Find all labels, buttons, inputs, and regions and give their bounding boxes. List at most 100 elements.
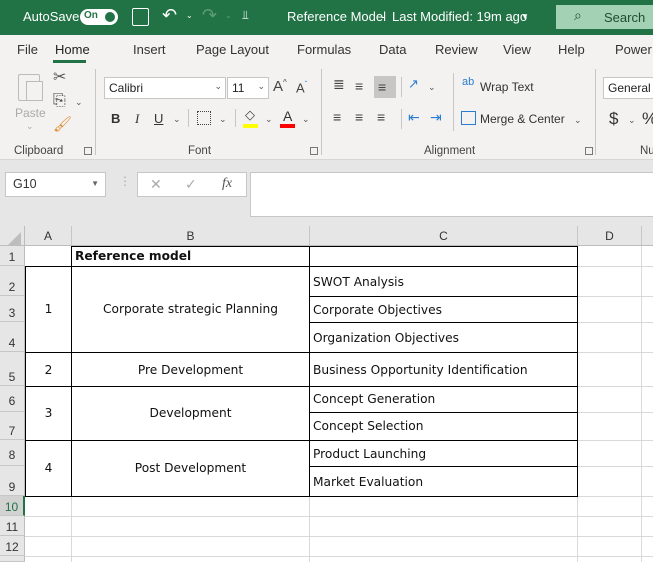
tab-formulas[interactable]: Formulas (297, 42, 351, 57)
cut-icon[interactable]: ✂ (53, 70, 66, 86)
underline-button[interactable]: U (154, 111, 163, 126)
undo-icon[interactable]: ↶ (162, 5, 177, 26)
column-header-c[interactable]: C (310, 226, 578, 246)
borders-icon[interactable] (197, 111, 211, 125)
stage-number-2[interactable]: 2 (26, 353, 71, 386)
formula-input[interactable] (250, 172, 653, 217)
font-launcher-icon[interactable] (310, 147, 318, 155)
fill-color-dropdown-icon[interactable]: ⌄ (265, 114, 273, 125)
row-header-11[interactable]: 11 (0, 516, 25, 536)
currency-dropdown-icon[interactable]: ⌄ (628, 115, 636, 126)
column-header-a[interactable]: A (25, 226, 72, 246)
font-color-dropdown-icon[interactable]: ⌄ (302, 114, 310, 125)
paste-label[interactable]: Paste (15, 106, 46, 120)
stage-name-3[interactable]: Development (72, 387, 309, 440)
merge-dropdown-icon[interactable]: ⌄ (574, 115, 582, 126)
borders-dropdown-icon[interactable]: ⌄ (219, 114, 227, 125)
last-modified[interactable]: Last Modified: 19m ago (392, 9, 527, 24)
activity-cell[interactable]: Business Opportunity Identification (313, 363, 528, 377)
tab-view[interactable]: View (503, 42, 531, 57)
font-size-select[interactable]: 11 ⌄ (227, 77, 269, 99)
row-header-12[interactable]: 12 (0, 536, 25, 556)
tab-power[interactable]: Power (615, 42, 652, 57)
font-color-icon[interactable]: A (283, 108, 292, 124)
merge-center-button[interactable]: Merge & Center (480, 112, 565, 126)
stage-number-4[interactable]: 4 (26, 441, 71, 496)
orientation-icon[interactable]: ↗ (408, 77, 419, 90)
copy-icon[interactable]: ⎘ (53, 93, 66, 109)
name-box-dropdown-icon[interactable]: ▼ (91, 179, 99, 188)
stage-number-3[interactable]: 3 (26, 387, 71, 440)
stage-number-1[interactable]: 1 (26, 267, 71, 352)
row-header-8[interactable]: 8 (0, 440, 25, 466)
align-left-icon[interactable]: ≡ (333, 110, 341, 124)
autosave-toggle[interactable]: On (80, 9, 118, 25)
increase-font-icon[interactable]: A^ (273, 79, 287, 95)
align-right-icon[interactable]: ≡ (377, 110, 385, 124)
clipboard-launcher-icon[interactable] (84, 147, 92, 155)
customize-qat-icon[interactable]: ⫫ (242, 8, 249, 23)
activity-cell[interactable]: Market Evaluation (313, 475, 423, 489)
middle-align-icon[interactable]: ≡ (355, 79, 363, 93)
underline-dropdown-icon[interactable]: ⌄ (173, 114, 181, 125)
tab-data[interactable]: Data (379, 42, 406, 57)
decrease-indent-icon[interactable]: ⇤ (408, 110, 420, 124)
increase-indent-icon[interactable]: ⇥ (430, 110, 442, 124)
enter-icon[interactable]: ✓ (185, 176, 197, 193)
row-header-5[interactable]: 5 (0, 352, 25, 386)
insert-function-button[interactable]: fx (222, 176, 232, 192)
activity-cell[interactable]: SWOT Analysis (313, 275, 404, 289)
orientation-dropdown-icon[interactable]: ⌄ (428, 82, 436, 93)
format-painter-icon[interactable]: 🖌 (53, 117, 72, 132)
row-header-13[interactable] (0, 556, 25, 562)
bold-button[interactable]: B (111, 111, 120, 126)
undo-dropdown-icon[interactable]: ⌄ (186, 11, 193, 20)
row-header-9[interactable]: 9 (0, 466, 25, 496)
top-align-icon[interactable]: ≣ (333, 77, 345, 91)
row-header-4[interactable]: 4 (0, 322, 25, 352)
activity-cell[interactable]: Corporate Objectives (313, 303, 442, 317)
wrap-text-button[interactable]: Wrap Text (480, 80, 534, 94)
column-header-e[interactable] (642, 226, 653, 246)
tab-insert[interactable]: Insert (133, 42, 166, 57)
copy-dropdown-icon[interactable]: ⌄ (75, 97, 83, 108)
alignment-launcher-icon[interactable] (585, 147, 593, 155)
row-header-10[interactable]: 10 (0, 496, 25, 516)
tab-home[interactable]: Home (55, 42, 90, 57)
formula-bar-grip-icon[interactable]: ⋮ (119, 174, 131, 188)
fill-color-icon[interactable]: ◇ (245, 108, 255, 121)
stage-name-2[interactable]: Pre Development (72, 353, 309, 386)
column-header-d[interactable]: D (578, 226, 642, 246)
row-header-7[interactable]: 7 (0, 412, 25, 440)
save-icon[interactable] (132, 8, 149, 26)
number-format-select[interactable]: General (603, 77, 653, 99)
row-header-3[interactable]: 3 (0, 296, 25, 322)
paste-dropdown-icon[interactable]: ⌄ (26, 121, 34, 132)
decrease-font-icon[interactable]: Aˇ (296, 81, 307, 95)
tab-help[interactable]: Help (558, 42, 585, 57)
name-box[interactable]: G10 ▼ (5, 172, 106, 197)
row-header-6[interactable]: 6 (0, 386, 25, 412)
cancel-icon[interactable]: ✕ (150, 176, 162, 193)
percent-button[interactable]: % (642, 109, 653, 129)
currency-button[interactable]: $ (609, 109, 618, 129)
activity-cell[interactable]: Organization Objectives (313, 331, 459, 345)
search-box[interactable]: ⌕ Search (556, 5, 653, 29)
activity-cell[interactable]: Concept Generation (313, 392, 435, 406)
stage-name-4[interactable]: Post Development (72, 441, 309, 496)
tab-review[interactable]: Review (435, 42, 478, 57)
activity-cell[interactable]: Product Launching (313, 447, 426, 461)
activity-cell[interactable]: Concept Selection (313, 419, 423, 433)
align-center-icon[interactable]: ≡ (355, 110, 363, 124)
column-header-b[interactable]: B (72, 226, 310, 246)
table-border (25, 440, 578, 441)
font-name-select[interactable]: Calibri ⌄ (104, 77, 226, 99)
row-header-1[interactable]: 1 (0, 246, 25, 266)
tab-file[interactable]: File (17, 42, 38, 57)
italic-button[interactable]: I (135, 111, 139, 127)
title-dropdown-icon[interactable]: ▼ (521, 12, 529, 21)
tab-page-layout[interactable]: Page Layout (196, 42, 269, 57)
stage-name-1[interactable]: Corporate strategic Planning (72, 267, 309, 352)
cell-b1-title[interactable]: Reference model (75, 249, 191, 263)
row-header-2[interactable]: 2 (0, 266, 25, 296)
